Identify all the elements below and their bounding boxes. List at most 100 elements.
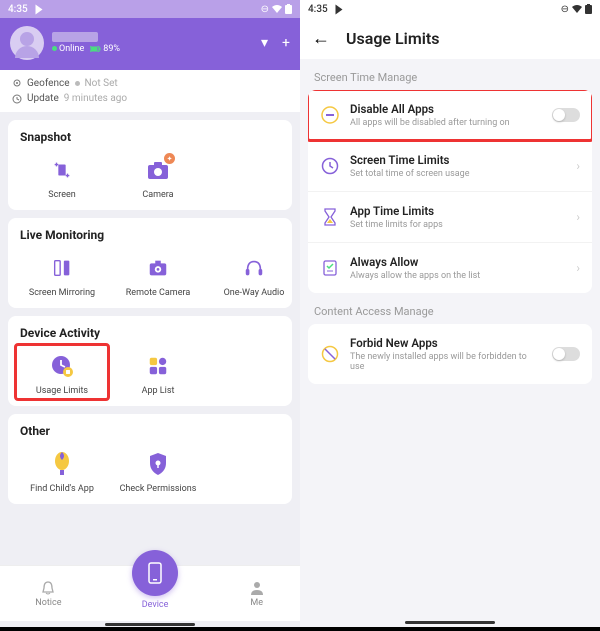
row-sub: Set time limits for apps: [350, 220, 566, 230]
status-label: Online: [59, 44, 84, 54]
camera-icon: ✦: [144, 156, 172, 184]
tile-label: Find Child's App: [30, 484, 94, 494]
activity-title: Device Activity: [16, 326, 284, 340]
hourglass-icon: [320, 207, 340, 227]
snapshot-card: Snapshot Screen ✦ Camera: [8, 120, 292, 210]
tabbar: Notice Device Me: [0, 565, 300, 621]
row-sub: All apps will be disabled after turning …: [350, 118, 542, 128]
home-indicator: [105, 623, 195, 626]
row-title: Forbid New Apps: [350, 336, 542, 350]
dot-icon: [75, 81, 80, 86]
do-not-disturb-icon: ⊖: [561, 4, 569, 15]
tile-label: One-Way Audio: [224, 288, 285, 298]
screen-time-list: Disable All Apps All apps will be disabl…: [308, 90, 592, 293]
tile-label: Remote Camera: [126, 288, 190, 298]
tile-screen[interactable]: Screen: [16, 150, 108, 202]
tile-remote-camera[interactable]: Remote Camera: [112, 248, 204, 300]
statusbar: 4:35 ⊖: [0, 0, 300, 18]
mirror-icon: [48, 254, 76, 282]
geofence-row[interactable]: Geofence Not Set: [12, 76, 288, 91]
row-always-allow[interactable]: Always Allow Always allow the apps on th…: [308, 243, 592, 293]
tile-label: Check Permissions: [120, 484, 197, 494]
other-card: Other Find Child's App Check Permissions: [8, 414, 292, 504]
left-screen: 4:35 ⊖ Online 89% ▾: [0, 0, 300, 627]
chevron-right-icon: ›: [576, 159, 580, 173]
online-dot-icon: [52, 46, 57, 51]
tab-label: Device: [142, 600, 169, 610]
tile-label: Camera: [142, 190, 173, 200]
update-label: Update: [27, 93, 59, 104]
tab-me[interactable]: Me: [249, 580, 265, 608]
tile-permissions[interactable]: Check Permissions: [112, 444, 204, 496]
back-button[interactable]: ←: [312, 28, 330, 49]
tile-find-app[interactable]: Find Child's App: [16, 444, 108, 496]
update-row[interactable]: Update 9 minutes ago: [12, 91, 288, 106]
row-title: Disable All Apps: [350, 102, 542, 116]
screen-icon: [48, 156, 76, 184]
find-app-icon: [48, 450, 76, 478]
phone-icon: [147, 561, 163, 585]
tile-label: Usage Limits: [36, 386, 88, 396]
wifi-icon: [572, 5, 582, 13]
avatar[interactable]: [10, 26, 44, 60]
tab-label: Notice: [35, 598, 61, 608]
tile-usage-limits[interactable]: Usage Limits: [16, 346, 108, 398]
person-icon: [249, 580, 265, 596]
check-list-icon: [320, 258, 340, 278]
location-icon: [12, 79, 22, 89]
statusbar: 4:35 ⊖: [300, 0, 600, 18]
tab-device[interactable]: Device: [132, 550, 178, 610]
row-forbid-apps[interactable]: Forbid New Apps The newly installed apps…: [308, 324, 592, 384]
tile-label: Screen Mirroring: [29, 288, 95, 298]
tile-mirror[interactable]: Screen Mirroring: [16, 248, 108, 300]
live-card: Live Monitoring Screen Mirroring Remote …: [8, 218, 292, 308]
play-icon: [335, 4, 342, 14]
forbid-icon: [320, 344, 340, 364]
toggle-disable-apps[interactable]: [552, 108, 580, 122]
clock-icon: [12, 94, 22, 104]
app-list-icon: [144, 352, 172, 380]
battery-icon: [585, 4, 592, 14]
row-sub: Set total time of screen usage: [350, 169, 566, 179]
row-title: Screen Time Limits: [350, 153, 566, 167]
other-title: Other: [16, 424, 284, 438]
add-button[interactable]: +: [282, 35, 290, 51]
tile-camera[interactable]: ✦ Camera: [112, 150, 204, 202]
content-list: Forbid New Apps The newly installed apps…: [308, 324, 592, 384]
row-title: Always Allow: [350, 255, 566, 269]
wifi-icon: [272, 5, 282, 13]
chevron-right-icon: ›: [576, 261, 580, 275]
tile-label: Screen: [48, 190, 76, 200]
page-title: Usage Limits: [346, 29, 439, 48]
right-screen: 4:35 ⊖ ← Usage Limits Screen Time Manage…: [300, 0, 600, 627]
bell-icon: [40, 580, 56, 596]
toggle-forbid-apps[interactable]: [552, 347, 580, 361]
row-disable-apps[interactable]: Disable All Apps All apps will be disabl…: [308, 90, 592, 141]
geofence-value: Not Set: [85, 78, 118, 89]
section-screen-time: Screen Time Manage: [300, 59, 600, 90]
live-title: Live Monitoring: [16, 228, 284, 242]
usage-limits-icon: [48, 352, 76, 380]
home-indicator: [405, 621, 495, 624]
tab-notice[interactable]: Notice: [35, 580, 61, 608]
tile-audio[interactable]: One-Way Audio: [208, 248, 300, 300]
play-icon: [35, 4, 42, 14]
notification-badge-icon: ✦: [164, 153, 175, 164]
battery-small-icon: [90, 46, 101, 52]
headphones-icon: [240, 254, 268, 282]
disable-icon: [320, 105, 340, 125]
row-title: App Time Limits: [350, 204, 566, 218]
snapshot-title: Snapshot: [16, 130, 284, 144]
profile-header: Online 89% ▾ +: [0, 18, 300, 70]
update-value: 9 minutes ago: [64, 93, 127, 104]
status-time: 4:35: [308, 4, 328, 15]
dropdown-button[interactable]: ▾: [261, 35, 268, 51]
row-app-limits[interactable]: App Time Limits Set time limits for apps…: [308, 192, 592, 243]
row-sub: Always allow the apps on the list: [350, 271, 566, 281]
tile-app-list[interactable]: App List: [112, 346, 204, 398]
status-time: 4:35: [8, 4, 28, 15]
row-screen-limits[interactable]: Screen Time Limits Set total time of scr…: [308, 141, 592, 192]
tab-label: Me: [250, 598, 263, 608]
chevron-right-icon: ›: [576, 210, 580, 224]
battery-label: 89%: [103, 44, 120, 54]
